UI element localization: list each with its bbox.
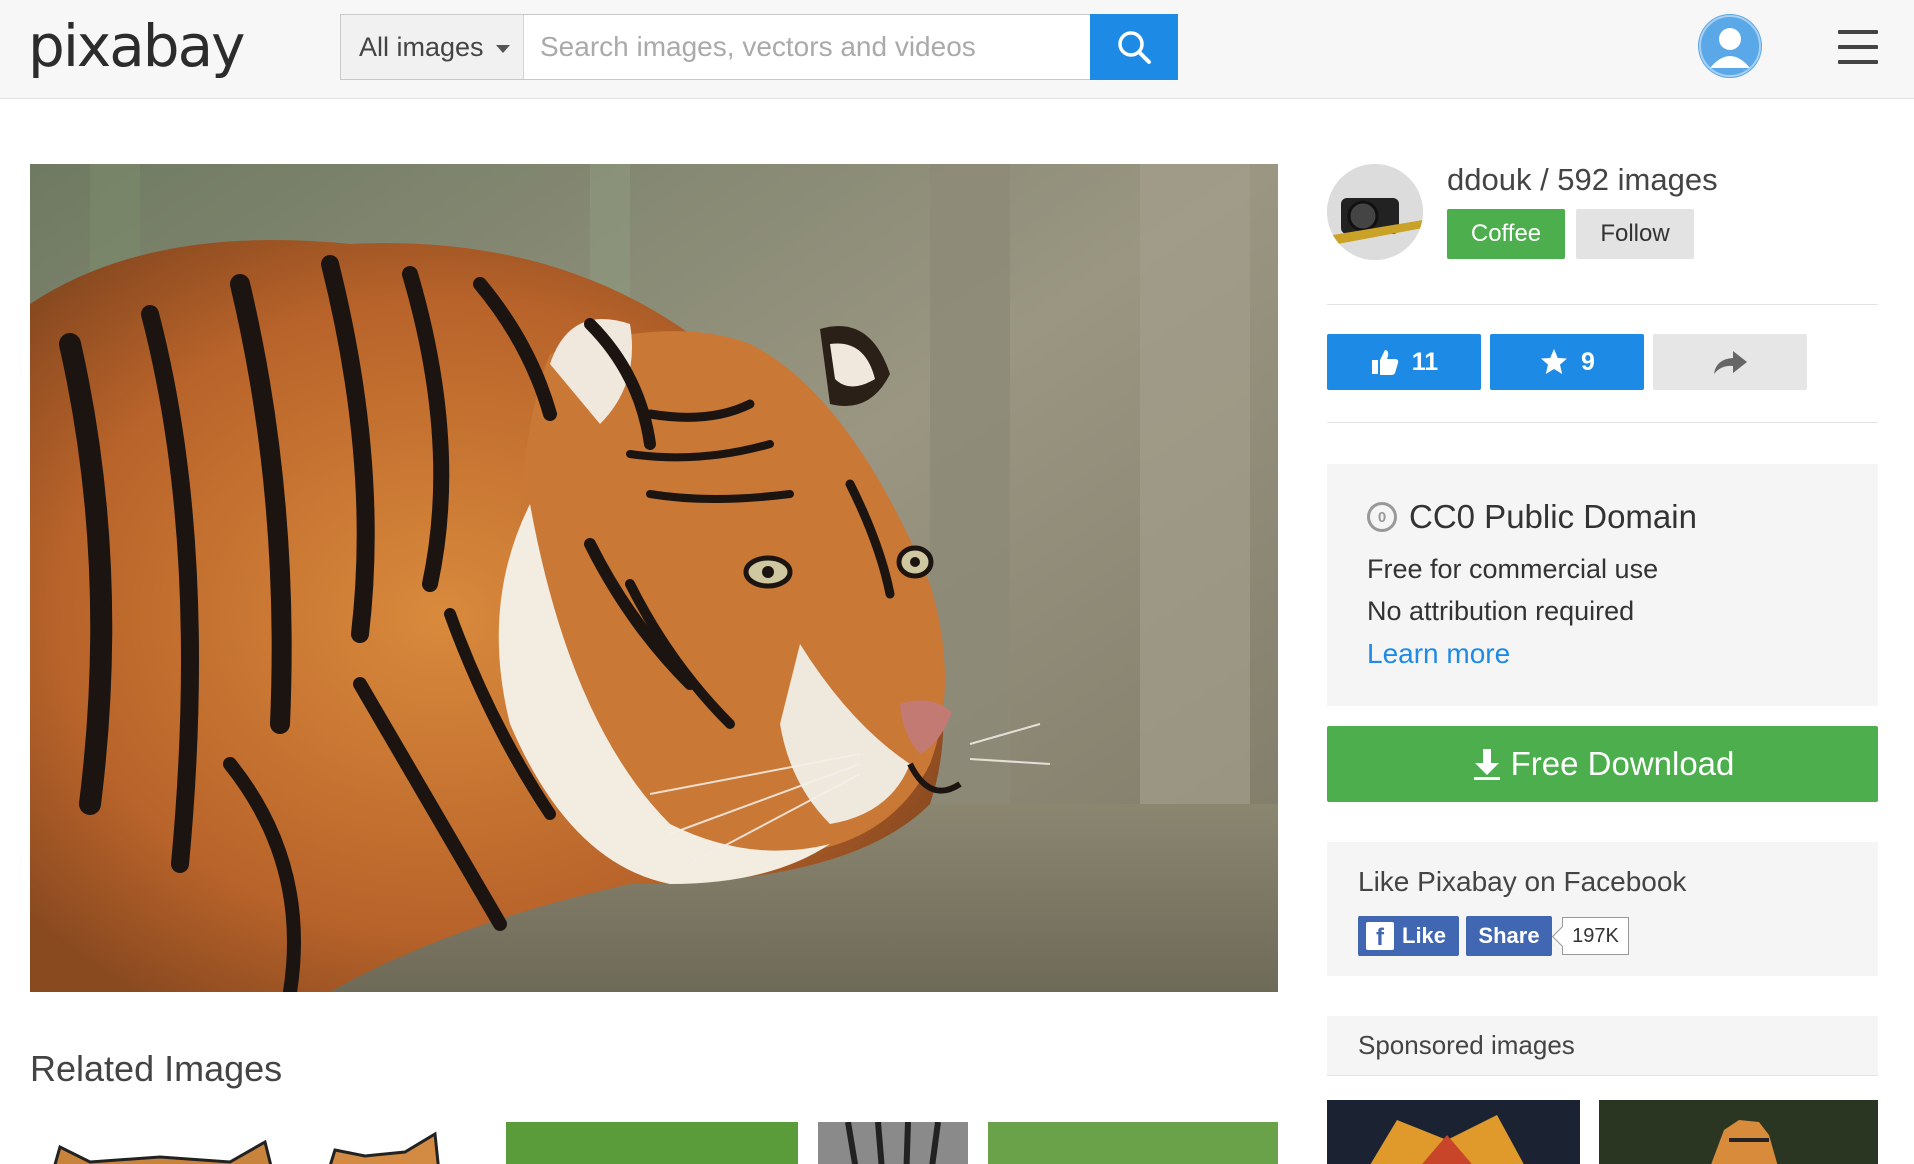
main-photo[interactable]: [30, 164, 1278, 992]
facebook-icon: f: [1366, 922, 1394, 950]
download-icon: [1473, 749, 1500, 780]
facebook-count-text: 197K: [1572, 924, 1619, 947]
license-line-commercial: Free for commercial use: [1367, 554, 1659, 584]
facebook-like-button[interactable]: f Like: [1358, 916, 1459, 956]
share-button[interactable]: [1653, 334, 1807, 390]
related-thumb[interactable]: [818, 1122, 968, 1164]
sponsored-title: Sponsored images: [1358, 1030, 1575, 1060]
share-arrow-icon: [1714, 351, 1747, 374]
search-icon: [1118, 31, 1151, 64]
star-icon: [1541, 349, 1568, 374]
hamburger-menu-icon[interactable]: [1838, 30, 1878, 64]
chevron-down-icon: [495, 44, 510, 53]
search-button[interactable]: [1090, 14, 1178, 80]
sponsored-image[interactable]: [1327, 1100, 1580, 1164]
related-thumb[interactable]: [315, 1122, 445, 1164]
license-title: 0 CC0 Public Domain: [1367, 498, 1697, 536]
cc0-icon: 0: [1367, 502, 1397, 532]
pixabay-logo[interactable]: pixabay: [28, 10, 245, 82]
license-line-attribution: No attribution required: [1367, 596, 1635, 626]
facebook-like-count: 197K: [1562, 917, 1629, 955]
category-dropdown[interactable]: All images: [341, 15, 524, 79]
download-label: Free Download: [1510, 745, 1735, 782]
learn-more-link[interactable]: Learn more: [1367, 638, 1510, 670]
facebook-title: Like Pixabay on Facebook: [1358, 866, 1687, 897]
follow-button[interactable]: Follow: [1576, 209, 1694, 259]
category-label: All images: [359, 32, 484, 62]
photographer-avatar[interactable]: [1327, 164, 1423, 260]
related-thumb[interactable]: [988, 1122, 1278, 1164]
favorite-count: 9: [1581, 347, 1595, 376]
search-input[interactable]: [524, 15, 1094, 79]
top-header: pixabay All images: [0, 0, 1914, 99]
favorite-button[interactable]: 9: [1490, 334, 1644, 390]
related-thumb[interactable]: [40, 1122, 280, 1164]
photographer-name-link[interactable]: ddouk / 592 images: [1447, 162, 1718, 198]
facebook-box: Like Pixabay on Facebook f Like Share 19…: [1327, 842, 1878, 976]
thumbs-up-icon: [1371, 350, 1399, 375]
sponsored-image[interactable]: [1599, 1100, 1878, 1164]
related-thumbnails: [30, 1110, 1280, 1164]
related-thumb[interactable]: [506, 1122, 798, 1164]
user-avatar-icon[interactable]: [1698, 14, 1762, 78]
like-count: 11: [1411, 347, 1439, 376]
license-box: 0 CC0 Public Domain Free for commercial …: [1327, 464, 1878, 706]
facebook-share-button[interactable]: Share: [1466, 916, 1552, 956]
like-button[interactable]: 11: [1327, 334, 1481, 390]
search-bar: All images: [340, 14, 1178, 80]
free-download-button[interactable]: Free Download: [1327, 726, 1878, 802]
divider: [1327, 304, 1878, 305]
sponsored-header: Sponsored images: [1327, 1016, 1878, 1076]
tiger-photo-graphic: [30, 164, 1278, 992]
license-title-text: CC0 Public Domain: [1409, 498, 1697, 535]
facebook-like-label: Like: [1402, 923, 1447, 948]
coffee-button[interactable]: Coffee: [1447, 209, 1565, 259]
divider: [1327, 422, 1878, 423]
related-images-title: Related Images: [30, 1048, 283, 1089]
